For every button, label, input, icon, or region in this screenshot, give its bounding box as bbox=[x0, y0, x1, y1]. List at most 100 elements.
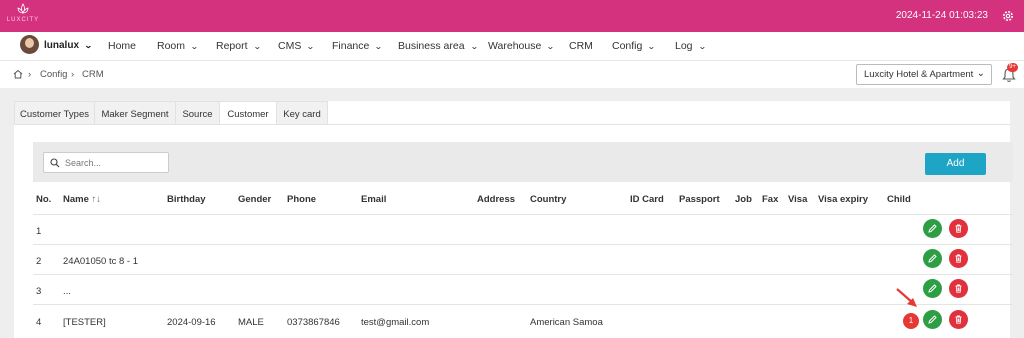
nav-room-label: Room bbox=[157, 40, 186, 52]
chevron-down-icon: ⌄ bbox=[190, 42, 199, 51]
search-input[interactable]: Search... bbox=[43, 152, 169, 173]
edit-button[interactable] bbox=[923, 249, 942, 268]
nav-room[interactable]: Room ⌄ bbox=[157, 40, 199, 52]
column-header-birthday: Birthday bbox=[167, 194, 206, 205]
trash-icon bbox=[955, 315, 962, 324]
notification-badge: 9+ bbox=[1007, 63, 1018, 72]
tab-customer-types[interactable]: Customer Types bbox=[14, 101, 95, 125]
hotel-select[interactable]: Luxcity Hotel & Apartment ⌄ bbox=[856, 64, 992, 85]
row-divider bbox=[33, 274, 1013, 275]
cell-country: American Samoa bbox=[530, 317, 603, 328]
cell-no: 1 bbox=[36, 226, 42, 237]
search-icon bbox=[50, 158, 60, 168]
home-icon[interactable] bbox=[13, 69, 23, 79]
nav-warehouse-label: Warehouse bbox=[488, 40, 542, 52]
annotation-arrow-icon bbox=[896, 288, 917, 307]
column-header-name-label: Name bbox=[63, 194, 89, 205]
row-divider bbox=[33, 304, 1013, 305]
cell-birthday: 2024-09-16 bbox=[167, 317, 216, 328]
pencil-icon bbox=[928, 254, 937, 263]
column-header-phone: Phone bbox=[287, 194, 317, 205]
nav-log[interactable]: Log ⌄ bbox=[675, 40, 707, 52]
breadcrumb-config[interactable]: Config bbox=[40, 69, 67, 80]
add-button[interactable]: Add bbox=[925, 153, 986, 175]
nav-finance[interactable]: Finance ⌄ bbox=[332, 40, 384, 52]
nav-log-label: Log bbox=[675, 40, 693, 52]
pencil-icon bbox=[928, 224, 937, 233]
column-header-fax: Fax bbox=[762, 194, 779, 205]
breadcrumb: › Config › CRM Luxcity Hotel & Apartment… bbox=[0, 60, 1024, 88]
hotel-select-value: Luxcity Hotel & Apartment bbox=[864, 69, 974, 80]
cell-name: ... bbox=[63, 286, 71, 297]
luxcity-logo[interactable]: LUXCITY bbox=[4, 3, 42, 29]
cell-phone: 0373867846 bbox=[287, 317, 340, 328]
trash-icon bbox=[955, 284, 962, 293]
chevron-down-icon: ⌄ bbox=[469, 42, 479, 51]
chevron-right-icon: › bbox=[28, 69, 32, 80]
chevron-down-icon: ⌄ bbox=[84, 41, 93, 50]
chevron-right-icon: › bbox=[71, 69, 75, 80]
nav-report[interactable]: Report ⌄ bbox=[216, 40, 262, 52]
nav-warehouse[interactable]: Warehouse ⌄ bbox=[488, 40, 556, 52]
column-header-email: Email bbox=[361, 194, 387, 205]
tab-maker-segment[interactable]: Maker Segment bbox=[94, 101, 176, 125]
column-header-no: No. bbox=[36, 194, 52, 205]
edit-button[interactable] bbox=[923, 219, 942, 238]
cell-name: [TESTER] bbox=[63, 317, 106, 328]
content-panel bbox=[14, 101, 1010, 338]
logo-text: LUXCITY bbox=[6, 17, 40, 23]
table-toolbar: Search... Add bbox=[33, 142, 1013, 182]
column-header-address: Address bbox=[477, 194, 516, 205]
chevron-down-icon: ⌄ bbox=[252, 42, 262, 51]
username: lunalux bbox=[44, 40, 80, 51]
nav-finance-label: Finance bbox=[332, 40, 370, 52]
nav-business-area[interactable]: Business area ⌄ bbox=[398, 40, 479, 52]
tab-source[interactable]: Source bbox=[175, 101, 220, 125]
chevron-down-icon: ⌄ bbox=[697, 42, 707, 51]
row-divider bbox=[33, 214, 1013, 215]
column-header-visa: Visa bbox=[788, 194, 808, 205]
nav-cms[interactable]: CMS ⌄ bbox=[278, 40, 316, 52]
nav-home[interactable]: Home bbox=[108, 40, 136, 52]
pencil-icon bbox=[928, 284, 937, 293]
nav-config[interactable]: Config ⌄ bbox=[612, 40, 657, 52]
nav-business-area-label: Business area bbox=[398, 40, 465, 52]
chevron-down-icon: ⌄ bbox=[647, 42, 657, 51]
tabs-divider bbox=[14, 124, 1010, 125]
delete-button[interactable] bbox=[949, 279, 968, 298]
column-header-child: Child bbox=[887, 194, 911, 205]
step-badge: 1 bbox=[903, 313, 919, 329]
edit-button[interactable] bbox=[923, 310, 942, 329]
nav-report-label: Report bbox=[216, 40, 248, 52]
trash-icon bbox=[955, 254, 962, 263]
chevron-down-icon: ⌄ bbox=[976, 68, 985, 79]
trash-icon bbox=[955, 224, 962, 233]
cell-no: 4 bbox=[36, 317, 42, 328]
tab-key-card[interactable]: Key card bbox=[276, 101, 328, 125]
breadcrumb-crm: CRM bbox=[82, 69, 104, 80]
user-menu[interactable]: lunalux ⌄ bbox=[44, 40, 93, 51]
edit-button[interactable] bbox=[923, 279, 942, 298]
nav-crm[interactable]: CRM bbox=[569, 40, 593, 52]
column-header-id-card: ID Card bbox=[630, 194, 664, 205]
chevron-down-icon: ⌄ bbox=[306, 42, 316, 51]
cell-name: 24A01050 tc 8 - 1 bbox=[63, 256, 138, 267]
column-header-visa-expiry: Visa expiry bbox=[818, 194, 869, 205]
chevron-down-icon: ⌄ bbox=[374, 42, 384, 51]
tab-customer[interactable]: Customer bbox=[219, 101, 277, 125]
gear-icon[interactable] bbox=[1001, 9, 1015, 23]
column-header-name[interactable]: Name ↑↓ bbox=[63, 194, 101, 205]
top-bar: LUXCITY 2024-11-24 01:03:23 bbox=[0, 0, 1024, 32]
chevron-down-icon: ⌄ bbox=[546, 42, 556, 51]
cell-email: test@gmail.com bbox=[361, 317, 430, 328]
delete-button[interactable] bbox=[949, 249, 968, 268]
avatar[interactable] bbox=[20, 35, 39, 54]
cell-no: 2 bbox=[36, 256, 42, 267]
delete-button[interactable] bbox=[949, 310, 968, 329]
column-header-country: Country bbox=[530, 194, 567, 205]
nav-cms-label: CMS bbox=[278, 40, 302, 52]
search-placeholder: Search... bbox=[65, 158, 102, 168]
main-nav: lunalux ⌄ Home Room ⌄ Report ⌄ CMS ⌄ Finance… bbox=[0, 32, 1024, 60]
delete-button[interactable] bbox=[949, 219, 968, 238]
sort-icon[interactable]: ↑↓ bbox=[92, 194, 102, 205]
